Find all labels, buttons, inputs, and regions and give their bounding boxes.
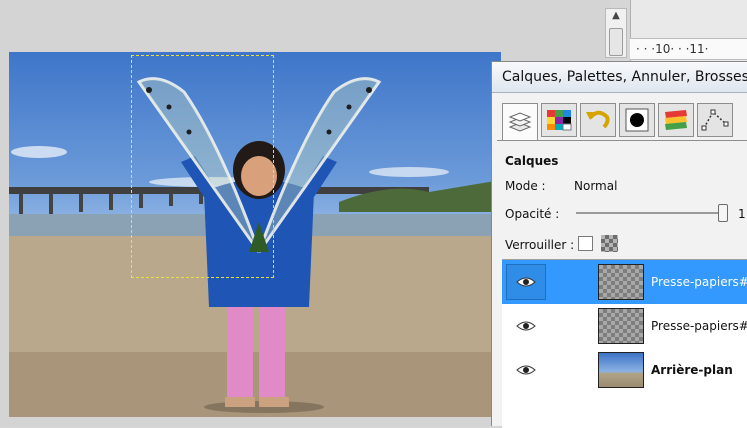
- visibility-toggle[interactable]: [506, 352, 546, 388]
- layer-name[interactable]: Presse-papiers#2: [651, 260, 747, 304]
- lock-label: Verrouiller :: [505, 238, 575, 252]
- dock-tabs: [502, 103, 747, 141]
- paths-icon: [701, 109, 729, 131]
- eye-icon: [516, 321, 536, 331]
- lock-alpha-icon[interactable]: [601, 235, 618, 252]
- layer-thumbnail[interactable]: [598, 308, 644, 344]
- tab-gradients[interactable]: [658, 103, 694, 137]
- visibility-toggle[interactable]: [506, 308, 546, 344]
- palette-icon: [547, 110, 572, 131]
- mode-select[interactable]: Normal: [574, 179, 617, 193]
- tab-undo[interactable]: [580, 103, 616, 137]
- layer-row[interactable]: Arrière-plan: [502, 348, 747, 392]
- mode-label: Mode :: [505, 179, 546, 193]
- scroll-up-arrow-icon[interactable]: ▲: [606, 9, 626, 23]
- visibility-toggle[interactable]: [506, 264, 546, 300]
- tab-layers[interactable]: [502, 103, 538, 141]
- opacity-slider-handle[interactable]: [718, 204, 728, 222]
- layer-row[interactable]: Presse-papiers#1: [502, 304, 747, 348]
- tab-paths[interactable]: [697, 103, 733, 137]
- opacity-value[interactable]: 1: [738, 207, 746, 221]
- brush-icon: [625, 108, 649, 132]
- gradient-icon: [665, 110, 687, 130]
- tabs-separator: [497, 140, 747, 141]
- layer-list: Presse-papiers#2 Presse-papiers#1 Arrièr…: [502, 259, 747, 428]
- opacity-label: Opacité :: [505, 207, 560, 221]
- rectangle-selection[interactable]: [131, 55, 274, 278]
- tab-brushes[interactable]: [619, 103, 655, 137]
- layer-thumbnail[interactable]: [598, 264, 644, 300]
- layers-dock: Calques, Palettes, Annuler, Brosses, Cal…: [491, 61, 747, 428]
- dock-title: Calques, Palettes, Annuler, Brosses,: [492, 62, 747, 93]
- lock-pixels-checkbox[interactable]: [578, 236, 593, 251]
- layer-name[interactable]: Presse-papiers#1: [651, 304, 747, 348]
- tab-palettes[interactable]: [541, 103, 577, 137]
- section-title: Calques: [505, 154, 559, 168]
- layers-icon: [508, 111, 532, 132]
- opacity-slider-track[interactable]: [576, 212, 722, 214]
- scrollbar-thumb[interactable]: [609, 28, 623, 56]
- layer-thumbnail[interactable]: [598, 352, 644, 388]
- eye-icon: [516, 277, 536, 287]
- canvas-vertical-scrollbar[interactable]: ▲: [605, 8, 627, 58]
- horizontal-ruler: · · ·10· · ·11·: [630, 38, 747, 60]
- layer-name[interactable]: Arrière-plan: [651, 348, 733, 392]
- eye-icon: [516, 365, 536, 375]
- layer-row[interactable]: Presse-papiers#2: [502, 260, 747, 304]
- undo-icon: [586, 110, 610, 129]
